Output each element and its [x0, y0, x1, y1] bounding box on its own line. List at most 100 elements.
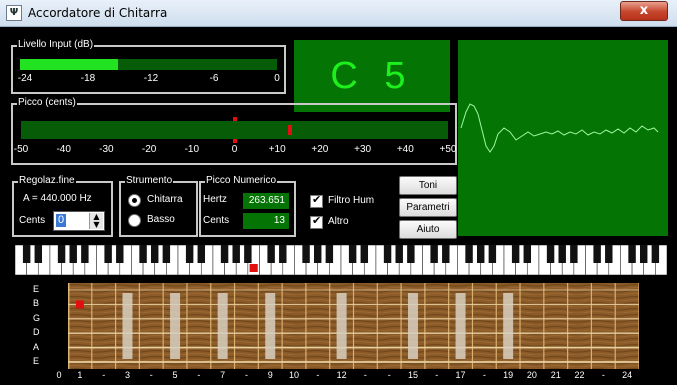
hertz-value: 263.651	[243, 193, 289, 209]
fret-label: 17	[455, 370, 466, 380]
cents-stepper[interactable]: 0 ▲ ▼	[53, 211, 105, 231]
fretboard-graphic	[66, 283, 640, 369]
toni-button[interactable]: Toni	[399, 176, 457, 195]
reference-frequency: A = 440.000 Hz	[23, 193, 92, 204]
black-key[interactable]	[313, 245, 322, 263]
black-key[interactable]	[465, 245, 473, 263]
black-key[interactable]	[57, 245, 66, 263]
input-level-meter	[20, 59, 277, 70]
fret-label: 5	[172, 370, 178, 380]
fret-label: 20	[526, 370, 537, 380]
black-key[interactable]	[511, 245, 520, 263]
radio-chitarra-label[interactable]: Chitarra	[147, 194, 183, 205]
string-label: B	[33, 298, 40, 309]
black-key[interactable]	[546, 245, 555, 263]
input-level-panel: Livello Input (dB) -24 -18 -12 -6 0	[11, 39, 286, 94]
window-title: Accordatore di Chitarra	[28, 6, 168, 20]
black-key[interactable]	[232, 245, 240, 263]
numeric-cents-label: Cents	[203, 215, 230, 226]
radio-basso-label[interactable]: Basso	[147, 214, 175, 225]
radio-basso[interactable]	[128, 214, 141, 227]
black-key[interactable]	[348, 245, 357, 263]
black-key[interactable]	[395, 245, 403, 263]
fret-label: 10	[289, 370, 300, 380]
black-key[interactable]	[81, 245, 89, 263]
black-key[interactable]	[430, 245, 438, 263]
black-key[interactable]	[593, 245, 601, 263]
black-key[interactable]	[407, 245, 415, 263]
black-key[interactable]	[442, 245, 450, 263]
black-key[interactable]	[302, 245, 310, 263]
cents-tick: -20	[141, 144, 157, 155]
aiuto-button[interactable]: Aiuto	[399, 220, 457, 239]
fine-cents-label: Cents	[19, 215, 46, 226]
black-key[interactable]	[220, 245, 229, 263]
fret-label: 9	[267, 370, 273, 380]
altro-label[interactable]: Altro	[328, 216, 349, 227]
black-key[interactable]	[558, 245, 566, 263]
fret-inlay	[455, 293, 466, 359]
fret-inlay	[265, 293, 276, 359]
fret-label: 22	[574, 370, 585, 380]
tuner-window: Ψ Accordatore di Chitarra x Livello Inpu…	[0, 0, 677, 385]
fret-label: 15	[407, 370, 418, 380]
input-level-legend: Livello Input (dB)	[17, 39, 95, 51]
cents-tick: +40	[396, 144, 414, 155]
cents-tick: +10	[268, 144, 286, 155]
fret-label: -	[435, 370, 439, 380]
note-display: C 5	[294, 40, 450, 112]
filter-hum-label[interactable]: Filtro Hum	[328, 195, 374, 206]
fret-label: -	[316, 370, 320, 380]
black-key[interactable]	[488, 245, 497, 263]
black-key[interactable]	[162, 245, 171, 263]
checkmark-icon: ✔	[312, 214, 322, 227]
black-key[interactable]	[116, 245, 124, 263]
black-key[interactable]	[325, 245, 334, 263]
black-key[interactable]	[197, 245, 206, 263]
black-key[interactable]	[570, 245, 578, 263]
black-key[interactable]	[69, 245, 77, 263]
black-key[interactable]	[628, 245, 636, 263]
fine-tune-legend: Regolaz.fine	[18, 175, 76, 187]
cents-tick: +50	[439, 144, 457, 155]
title-bar: Ψ Accordatore di Chitarra x	[0, 0, 677, 27]
parametri-button[interactable]: Parametri	[399, 198, 457, 217]
black-key[interactable]	[267, 245, 275, 263]
black-key[interactable]	[150, 245, 159, 263]
fret-label: -	[102, 370, 106, 380]
black-key[interactable]	[523, 245, 532, 263]
black-key[interactable]	[185, 245, 194, 263]
fret-label: 24	[622, 370, 633, 380]
black-key[interactable]	[360, 245, 369, 263]
black-key[interactable]	[34, 245, 43, 263]
black-key[interactable]	[244, 245, 252, 263]
string-label: A	[33, 341, 40, 352]
black-key[interactable]	[383, 245, 392, 263]
black-key[interactable]	[22, 245, 31, 263]
cents-tick: -50	[13, 144, 29, 155]
fret-label: 12	[336, 370, 347, 380]
black-key[interactable]	[476, 245, 485, 263]
black-key[interactable]	[639, 245, 648, 263]
spin-arrows-icon[interactable]: ▲ ▼	[89, 213, 103, 229]
close-button[interactable]: x	[620, 1, 668, 21]
checkmark-icon: ✔	[312, 193, 322, 206]
string-label: E	[33, 284, 40, 294]
filter-hum-checkbox[interactable]: ✔	[310, 193, 323, 208]
cents-center-marker-bottom	[232, 139, 237, 143]
input-level-fill	[20, 59, 118, 70]
fret-inlay	[503, 293, 514, 359]
cents-tick: -40	[56, 144, 71, 155]
cents-stepper-value[interactable]: 0	[56, 214, 67, 227]
black-key[interactable]	[139, 245, 147, 263]
radio-chitarra[interactable]	[128, 194, 141, 207]
black-key[interactable]	[651, 245, 660, 263]
fret-label: -	[387, 370, 391, 380]
black-key[interactable]	[279, 245, 287, 263]
cents-tick: +20	[311, 144, 329, 155]
radio-selected-dot	[132, 198, 137, 203]
altro-checkbox[interactable]: ✔	[310, 214, 323, 229]
black-key[interactable]	[605, 245, 613, 263]
black-key[interactable]	[104, 245, 112, 263]
input-level-tick: 0	[274, 73, 280, 84]
